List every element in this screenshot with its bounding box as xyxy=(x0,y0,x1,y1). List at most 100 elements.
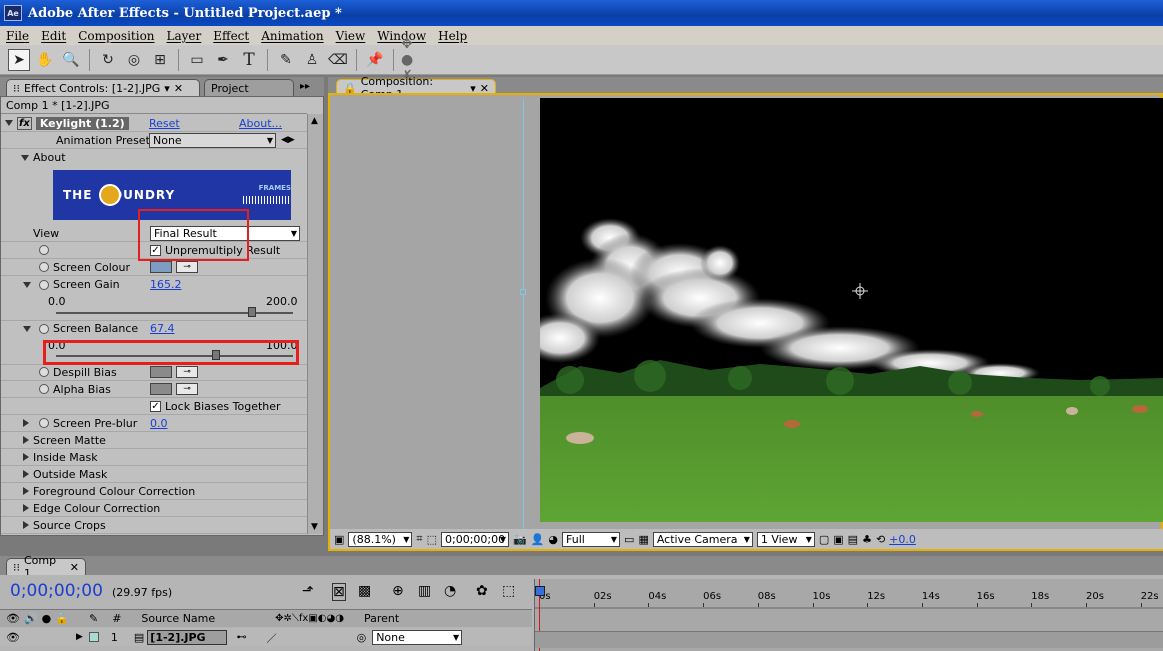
eraser-tool-icon[interactable]: ⌫ xyxy=(327,49,349,71)
tab-effect-controls[interactable]: ⁝⁝ Effect Controls: [1-2].JPG ▾ ✕ xyxy=(6,79,200,96)
menu-composition[interactable]: Composition xyxy=(72,29,160,43)
parent-dropdown[interactable]: None xyxy=(372,629,463,645)
zoom-tool-icon[interactable]: 🔍 xyxy=(60,49,82,71)
expand-triangle-icon[interactable] xyxy=(23,521,29,529)
region-of-interest-icon[interactable]: ▭ xyxy=(624,533,634,546)
menu-animation[interactable]: Animation xyxy=(255,29,329,43)
camera-dropdown[interactable]: Active Camera xyxy=(652,531,753,547)
expand-triangle-icon[interactable] xyxy=(23,419,29,427)
group-foreground-colour-correction[interactable]: Foreground Colour Correction xyxy=(1,483,307,500)
group-screen-matte[interactable]: Screen Matte xyxy=(1,432,307,449)
stopwatch-icon[interactable] xyxy=(39,279,49,290)
screen-gain-slider-track[interactable] xyxy=(56,312,293,314)
group-outside-mask[interactable]: Outside Mask xyxy=(1,466,307,483)
audio-icon[interactable]: 🔊 xyxy=(24,612,38,625)
draft-3d-icon[interactable]: ▩ xyxy=(358,583,371,599)
timeline-icon[interactable]: ▤ xyxy=(848,533,858,546)
selection-tool-icon[interactable]: ➤ xyxy=(8,48,30,71)
group-edge-colour-correction[interactable]: Edge Colour Correction xyxy=(1,500,307,517)
eye-icon[interactable]: 👁 xyxy=(6,612,20,625)
clone-stamp-tool-icon[interactable]: ♙ xyxy=(301,49,323,71)
expand-triangle-icon[interactable] xyxy=(23,470,29,478)
collapse-triangle-icon[interactable] xyxy=(23,325,31,332)
collapse-triangle-icon[interactable] xyxy=(5,120,13,126)
brush-tool-icon[interactable]: ✎ xyxy=(275,49,297,71)
alpha-bias-swatch[interactable] xyxy=(150,383,172,395)
graph-editor-icon[interactable]: ⬚ xyxy=(502,583,515,599)
work-area-bar[interactable] xyxy=(535,607,1163,609)
puppet-pin-tool-icon[interactable]: 📌 xyxy=(364,49,386,71)
menu-view[interactable]: View xyxy=(330,29,372,43)
pixel-aspect-icon[interactable]: ▢ xyxy=(819,533,829,546)
screen-gain-value[interactable]: 165.2 xyxy=(150,278,182,291)
eyedropper-icon[interactable]: ⊸ xyxy=(176,383,198,395)
stopwatch-icon[interactable] xyxy=(39,245,49,255)
screen-gain-slider-knob[interactable] xyxy=(247,307,256,317)
layer-duration-bar[interactable] xyxy=(535,631,1163,648)
mask-visibility-icon[interactable]: ⬚ xyxy=(427,533,437,546)
channel-icon[interactable]: ◕ xyxy=(548,533,558,546)
reset-exposure-icon[interactable]: ⟲ xyxy=(876,533,885,546)
layer-name[interactable]: [1-2].JPG xyxy=(147,629,227,645)
collapse-triangle-icon[interactable] xyxy=(23,281,31,288)
panel-menu-icon[interactable]: ▸▸ xyxy=(300,81,310,92)
current-time-field[interactable]: 0;00;00;00 xyxy=(441,531,510,547)
lock-biases-checkbox[interactable]: ✓ xyxy=(150,400,161,412)
pen-tool-icon[interactable]: ✒ xyxy=(212,49,234,71)
orbit-camera-tool-icon[interactable]: ◎ xyxy=(123,49,145,71)
brainstorm-icon[interactable]: ✿ xyxy=(476,583,488,599)
exposure-value[interactable]: +0.0 xyxy=(889,533,916,546)
fx-icon[interactable]: fx xyxy=(17,116,32,130)
flowchart-icon[interactable]: ♣ xyxy=(862,533,872,546)
chevron-down-icon[interactable]: ▾ xyxy=(164,82,170,95)
menu-edit[interactable]: Edit xyxy=(35,29,72,43)
rectangle-mask-tool-icon[interactable]: ▭ xyxy=(186,49,208,71)
timeline-timecode[interactable]: 0;00;00;00 xyxy=(10,581,103,601)
type-tool-icon[interactable]: T xyxy=(238,49,260,71)
eye-icon[interactable]: 👁 xyxy=(6,631,20,644)
layer-row[interactable]: 👁 ▶ 1 ▤ [1-2].JPG ⊷ ／ ◎ None xyxy=(0,628,532,646)
menu-effect[interactable]: Effect xyxy=(207,29,255,43)
expand-triangle-icon[interactable] xyxy=(23,487,29,495)
always-preview-icon[interactable]: ▣ xyxy=(334,533,344,546)
hide-shy-layers-icon[interactable]: ⊕ xyxy=(392,583,404,599)
time-navigator-start-handle[interactable] xyxy=(535,586,545,596)
expand-triangle-icon[interactable]: ▶ xyxy=(76,632,83,642)
stopwatch-icon[interactable] xyxy=(39,323,49,334)
resolution-dropdown[interactable]: Full xyxy=(562,531,621,547)
parent-pick-whip-icon[interactable]: ◎ xyxy=(357,631,367,644)
screen-colour-swatch[interactable] xyxy=(150,261,172,273)
time-ruler[interactable]: 0s 02s 04s 06s 08s 10s 12s 14s 16s 18s 20s 22s xyxy=(535,591,1163,607)
fast-previews-icon[interactable]: ▣ xyxy=(833,533,843,546)
screen-balance-value[interactable]: 67.4 xyxy=(150,322,175,335)
transparency-grid-icon[interactable]: ▦ xyxy=(638,533,648,546)
expand-triangle-icon[interactable] xyxy=(23,436,29,444)
layer-handle[interactable] xyxy=(520,289,526,295)
timeline-graph-area[interactable]: 0s 02s 04s 06s 08s 10s 12s 14s 16s 18s 20s 22s xyxy=(534,579,1163,651)
composition-mini-flowchart-icon[interactable]: ⬏ xyxy=(302,583,314,599)
menu-file[interactable]: File xyxy=(0,29,35,43)
axis-mode-icon[interactable]: ✥ ● ✗ xyxy=(401,36,423,84)
lock-icon[interactable]: 🔒 xyxy=(55,612,69,625)
view-layout-dropdown[interactable]: 1 View xyxy=(756,531,815,547)
effect-controls-scrollbar[interactable]: ▲ ▼ xyxy=(307,114,323,534)
animation-presets-dropdown[interactable]: None xyxy=(149,132,276,148)
close-icon[interactable]: ✕ xyxy=(174,82,183,95)
stopwatch-icon[interactable] xyxy=(39,418,49,428)
group-source-crops[interactable]: Source Crops xyxy=(1,517,307,534)
live-update-icon[interactable]: ⊠ xyxy=(332,583,346,601)
show-snapshot-icon[interactable]: 👤 xyxy=(531,533,545,546)
close-icon[interactable]: ✕ xyxy=(70,561,79,574)
composition-viewer[interactable] xyxy=(540,98,1163,522)
safe-margins-icon[interactable]: ⌗ xyxy=(416,532,422,546)
label-icon[interactable]: ✎ xyxy=(89,612,98,625)
switches-icons[interactable]: ✥✲⟍fx▣◐◕◑ xyxy=(275,613,344,624)
reset-link[interactable]: Reset xyxy=(149,117,180,130)
stopwatch-icon[interactable] xyxy=(39,384,49,394)
hand-tool-icon[interactable]: ✋ xyxy=(34,49,56,71)
solo-icon[interactable]: ● xyxy=(42,612,52,625)
stopwatch-icon[interactable] xyxy=(39,367,49,377)
scroll-down-icon[interactable]: ▼ xyxy=(311,522,318,532)
despill-bias-swatch[interactable] xyxy=(150,366,172,378)
menu-layer[interactable]: Layer xyxy=(161,29,208,43)
